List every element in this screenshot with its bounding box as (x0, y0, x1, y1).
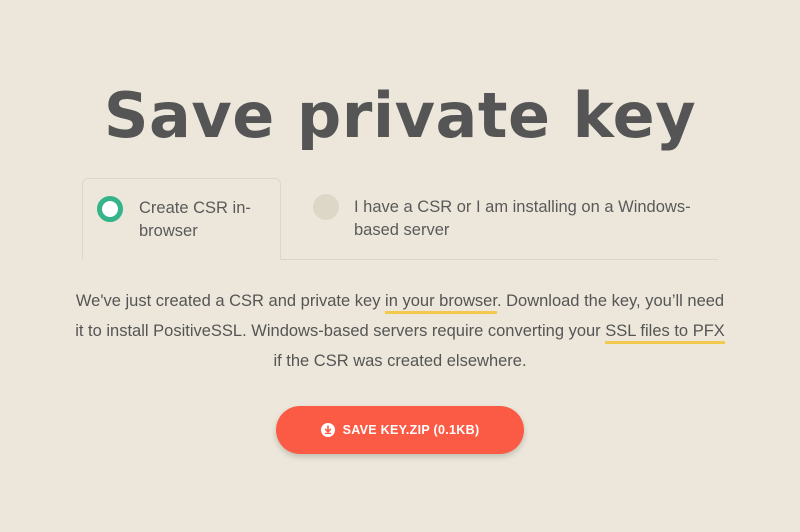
option-label-have-csr: I have a CSR or I am installing on a Win… (354, 198, 691, 239)
link-in-your-browser[interactable]: in your browser (385, 292, 497, 314)
save-key-zip-button[interactable]: SAVE KEY.ZIP (0.1KB) (276, 406, 524, 454)
page-title: Save private key (103, 79, 697, 152)
option-label-create-csr: Create CSR in-browser (139, 199, 251, 240)
csr-option-tabs: Create CSR in-browser I have a CSR or I … (82, 178, 718, 260)
option-create-csr-in-browser[interactable]: Create CSR in-browser (82, 178, 281, 260)
option-have-csr-windows[interactable]: I have a CSR or I am installing on a Win… (298, 178, 718, 260)
radio-unselected-icon[interactable] (313, 194, 339, 220)
description-part-3: if the CSR was created elsewhere. (273, 352, 527, 370)
radio-selected-icon[interactable] (97, 196, 123, 222)
save-button-label: SAVE KEY.ZIP (0.1KB) (342, 423, 480, 437)
description-text: We've just created a CSR and private key… (70, 286, 730, 376)
description-part-1: We've just created a CSR and private key (75, 292, 386, 310)
download-icon (320, 423, 335, 437)
link-ssl-files-to-pfx[interactable]: SSL files to PFX (605, 322, 725, 344)
